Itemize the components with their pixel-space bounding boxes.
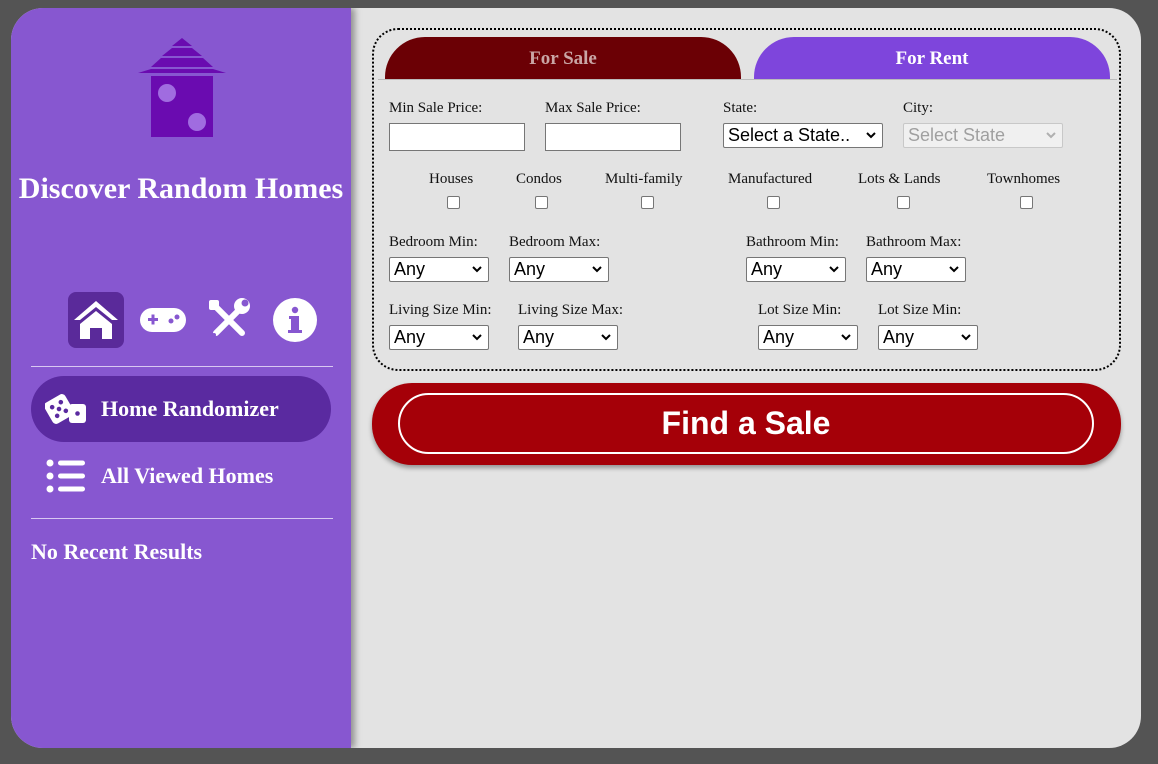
tab-for-sale[interactable]: For Sale <box>385 37 741 80</box>
living-min-label: Living Size Min: <box>389 302 492 318</box>
app-title: Discover Random Homes <box>18 172 344 205</box>
list-icon <box>45 458 87 494</box>
menu-item-all-viewed-homes[interactable]: All Viewed Homes <box>31 443 331 509</box>
bedroom-max-value: Any <box>514 259 546 279</box>
sidebar-divider <box>31 366 333 367</box>
city-label: City: <box>903 100 934 116</box>
bathroom-max-value: Any <box>871 259 903 279</box>
tools-icon <box>209 298 250 337</box>
tab-for-rent[interactable]: For Rent <box>754 37 1110 80</box>
chevron-down-icon <box>1046 132 1056 139</box>
living-max-label: Living Size Max: <box>518 302 623 318</box>
chevron-down-icon <box>601 334 611 341</box>
chevron-down-icon <box>592 266 602 273</box>
home-nav-button[interactable] <box>68 292 124 348</box>
checkbox-multi-family[interactable] <box>641 196 654 209</box>
min-price-input[interactable] <box>389 123 525 151</box>
checkbox-condos[interactable] <box>535 196 548 209</box>
bathroom-max-select[interactable]: Any <box>866 257 966 282</box>
chevron-down-icon <box>472 266 482 273</box>
info-nav-button[interactable] <box>267 292 323 348</box>
sidebar-divider <box>31 518 333 519</box>
menu-item-label: Home Randomizer <box>101 396 279 421</box>
menu-item-label: All Viewed Homes <box>101 463 274 488</box>
lot-min-value: Any <box>763 327 795 347</box>
type-label-condos: Condos <box>516 171 562 187</box>
chevron-down-icon <box>949 266 959 273</box>
app-window: Discover Random Homes Home Randomizer Al… <box>11 8 1141 748</box>
bedroom-min-value: Any <box>394 259 426 279</box>
type-label-townhomes: Townhomes <box>987 171 1061 187</box>
living-max-select[interactable]: Any <box>518 325 618 350</box>
bedroom-min-label: Bedroom Min: <box>389 234 478 250</box>
state-label: State: <box>723 100 758 116</box>
city-select: Select State <box>903 123 1063 148</box>
lot-min-label: Lot Size Min: <box>758 302 842 318</box>
menu-item-home-randomizer[interactable]: Home Randomizer <box>31 376 331 442</box>
lot-max-label: Lot Size Min: <box>878 302 962 318</box>
living-min-select[interactable]: Any <box>389 325 489 350</box>
bathroom-min-select[interactable]: Any <box>746 257 846 282</box>
tools-nav-button[interactable] <box>201 292 257 348</box>
sidebar: Discover Random Homes Home Randomizer Al… <box>11 8 351 748</box>
chevron-down-icon <box>841 334 851 341</box>
state-select[interactable]: Select a State.. <box>723 123 883 148</box>
checkbox-manufactured[interactable] <box>767 196 780 209</box>
chevron-down-icon <box>472 334 482 341</box>
lot-max-value: Any <box>883 327 915 347</box>
tab-divider <box>378 79 1117 80</box>
type-label-houses: Houses <box>429 171 474 187</box>
living-max-value: Any <box>523 327 555 347</box>
bedroom-min-select[interactable]: Any <box>389 257 489 282</box>
type-label-multi-family: Multi-family <box>605 171 683 187</box>
chevron-down-icon <box>961 334 971 341</box>
chevron-down-icon <box>829 266 839 273</box>
home-icon <box>74 301 118 339</box>
bedroom-max-label: Bedroom Max: <box>509 234 601 250</box>
max-price-label: Max Sale Price: <box>545 100 641 116</box>
checkbox-townhomes[interactable] <box>1020 196 1033 209</box>
bathroom-min-value: Any <box>751 259 783 279</box>
max-price-input[interactable] <box>545 123 681 151</box>
info-icon <box>273 298 317 342</box>
city-select-value: Select State <box>908 125 1006 145</box>
living-min-value: Any <box>394 327 426 347</box>
bathroom-max-label: Bathroom Max: <box>866 234 962 250</box>
bedroom-max-select[interactable]: Any <box>509 257 609 282</box>
type-label-lots-lands: Lots & Lands <box>858 171 941 187</box>
lot-min-select[interactable]: Any <box>758 325 858 350</box>
state-select-value: Select a State.. <box>728 125 851 145</box>
bathroom-min-label: Bathroom Min: <box>746 234 839 250</box>
type-label-manufactured: Manufactured <box>728 171 813 187</box>
lot-max-select[interactable]: Any <box>878 325 978 350</box>
dice-icon <box>45 391 87 427</box>
game-nav-button[interactable] <box>135 292 191 348</box>
find-sale-button[interactable]: Find a Sale <box>398 393 1094 454</box>
search-filter-panel: For Sale For Rent Min Sale Price: Max Sa… <box>372 28 1121 371</box>
gamepad-icon <box>140 308 186 332</box>
find-button-container: Find a Sale <box>372 383 1121 465</box>
logo-dice-house-icon <box>138 38 226 137</box>
checkbox-lots-lands[interactable] <box>897 196 910 209</box>
checkbox-houses[interactable] <box>447 196 460 209</box>
chevron-down-icon <box>866 132 876 139</box>
min-price-label: Min Sale Price: <box>389 100 483 116</box>
recent-results-status: No Recent Results <box>31 539 203 564</box>
